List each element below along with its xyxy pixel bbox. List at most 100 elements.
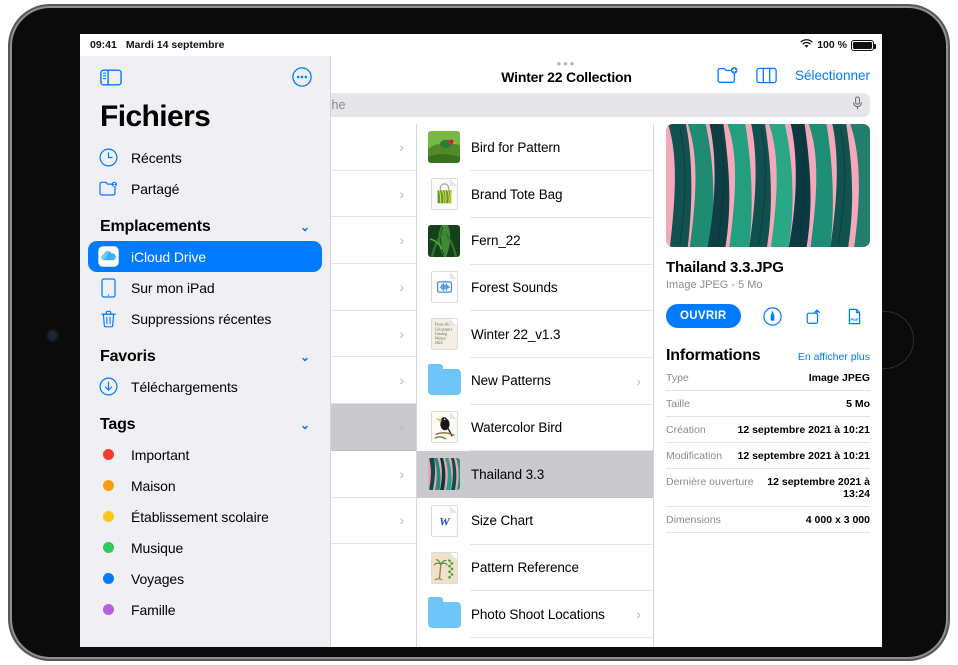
file-list: Bird for Pattern Brand Tote Bag Fern_22 … bbox=[417, 124, 653, 647]
file-row[interactable]: Photo Shoot Locations › bbox=[417, 591, 653, 638]
sidebar-toggle-icon[interactable] bbox=[100, 69, 122, 86]
info-row: Dernière ouverture 12 septembre 2021 à 1… bbox=[666, 469, 870, 507]
sidebar-item-maison[interactable]: Maison bbox=[88, 470, 322, 501]
file-row[interactable]: Bird for Pattern bbox=[417, 124, 653, 171]
info-value: 4 000 x 3 000 bbox=[805, 514, 870, 526]
file-row[interactable]: Fern_22 bbox=[417, 217, 653, 264]
file-row[interactable]: New Patterns › bbox=[417, 357, 653, 404]
svg-text:Winter/: Winter/ bbox=[434, 337, 447, 341]
detail-panel-inner: Thailand 3.3.JPG Image JPEG - 5 Mo OUVRI… bbox=[654, 124, 882, 647]
sidebar-section-title: Favoris bbox=[100, 348, 156, 365]
ipad-screen: 09:41 Mardi 14 septembre 100 % ve › ›on … bbox=[80, 34, 882, 647]
status-bar: 09:41 Mardi 14 septembre 100 % bbox=[80, 34, 882, 56]
search-field[interactable]: Recherche bbox=[261, 93, 870, 117]
sidebar-navigation: Récents Partagé Emplacements ⌄ iCloud Dri… bbox=[80, 142, 330, 625]
file-row[interactable]: Ferns alls Lilicpapers Catalog Winter/2022 … bbox=[417, 311, 653, 358]
status-time: 09:41 bbox=[90, 39, 117, 51]
sidebar-item-voyages[interactable]: Voyages bbox=[88, 563, 322, 594]
download-circle-icon bbox=[98, 376, 119, 397]
detail-file-meta: Image JPEG - 5 Mo bbox=[666, 279, 763, 291]
svg-text:2022: 2022 bbox=[434, 341, 442, 345]
chevron-right-icon: › bbox=[399, 185, 404, 202]
image-preview-leaves[interactable] bbox=[666, 124, 870, 247]
share-icon[interactable] bbox=[804, 307, 823, 326]
file-name: Size Chart bbox=[471, 513, 534, 529]
search-bar[interactable]: Recherche bbox=[261, 93, 870, 117]
sidebar-item--tablissement-scolaire[interactable]: Établissement scolaire bbox=[88, 501, 322, 532]
ellipsis-circle-icon[interactable] bbox=[292, 67, 312, 87]
files-app-content: ve › ›on › ›ection ›s ›ction ›ite › › Bi… bbox=[80, 56, 882, 647]
column-view-icon[interactable] bbox=[756, 67, 777, 84]
image-tote-bag-thumb bbox=[428, 178, 460, 211]
sidebar-section-tags[interactable]: Tags ⌄ bbox=[80, 402, 330, 439]
pdf-icon[interactable]: PDF bbox=[845, 307, 864, 326]
tag-dot-icon bbox=[98, 568, 119, 589]
file-row[interactable]: Pattern Reference bbox=[417, 544, 653, 591]
icloud-icon bbox=[98, 246, 119, 267]
file-name: Forest Sounds bbox=[471, 279, 558, 295]
sidebar-section-favoris[interactable]: Favoris ⌄ bbox=[80, 334, 330, 371]
sidebar-item-suppressions-r-centes[interactable]: Suppressions récentes bbox=[88, 303, 322, 334]
chevron-right-icon: › bbox=[399, 278, 404, 295]
sidebar-section-title: Emplacements bbox=[100, 218, 211, 235]
file-row[interactable]: Watercolor Bird bbox=[417, 404, 653, 451]
sidebar-section-emplacements[interactable]: Emplacements ⌄ bbox=[80, 204, 330, 241]
sidebar-item-label: Sur mon iPad bbox=[131, 279, 215, 296]
sidebar-item-label: Partagé bbox=[131, 180, 180, 197]
file-name: Brand Tote Bag bbox=[471, 186, 563, 202]
info-key: Dimensions bbox=[666, 514, 721, 526]
image-palm-thumb bbox=[428, 551, 460, 584]
nav-actions: Sélectionner bbox=[717, 66, 870, 84]
file-name: Pattern Reference bbox=[471, 560, 579, 576]
chevron-right-icon: › bbox=[399, 372, 404, 389]
status-date: Mardi 14 septembre bbox=[125, 39, 225, 51]
sidebar-item-musique[interactable]: Musique bbox=[88, 532, 322, 563]
file-row[interactable]: Thailand 3.3 bbox=[417, 450, 653, 498]
svg-text:Ferns alls: Ferns alls bbox=[434, 323, 449, 327]
chevron-down-icon[interactable]: ⌄ bbox=[300, 350, 310, 364]
chevron-right-icon: › bbox=[399, 325, 404, 342]
navigation-toolbar: ••• Winter 22 Collection Sélectionner bbox=[251, 56, 882, 124]
page-title-fichiers: Fichiers bbox=[100, 100, 211, 133]
file-name: Photo Shoot Locations bbox=[471, 606, 605, 622]
svg-text:Catalog: Catalog bbox=[434, 332, 446, 336]
tag-dot-icon bbox=[98, 506, 119, 527]
select-button[interactable]: Sélectionner bbox=[795, 68, 870, 83]
sidebar-item-partag-[interactable]: Partagé bbox=[88, 173, 322, 204]
markup-icon[interactable] bbox=[762, 306, 782, 326]
sidebar-item-sur-mon-ipad[interactable]: Sur mon iPad bbox=[88, 272, 322, 303]
info-row: Taille 5 Mo bbox=[666, 391, 870, 417]
chevron-down-icon[interactable]: ⌄ bbox=[300, 220, 310, 234]
detail-actions-row: OUVRIR PDF bbox=[666, 304, 870, 328]
show-more-link[interactable]: En afficher plus bbox=[798, 351, 870, 363]
file-name: Fern_22 bbox=[471, 233, 521, 249]
sidebar-item-icloud-drive[interactable]: iCloud Drive bbox=[88, 241, 322, 272]
detail-filename: Thailand 3.3.JPG bbox=[666, 259, 784, 276]
chevron-down-icon[interactable]: ⌄ bbox=[300, 418, 310, 432]
sidebar-item-label: Récents bbox=[131, 149, 182, 166]
informations-header: Informations En afficher plus bbox=[666, 347, 870, 365]
file-row[interactable]: W Size Chart bbox=[417, 498, 653, 545]
svg-text:PDF: PDF bbox=[850, 317, 859, 322]
microphone-icon[interactable] bbox=[852, 95, 863, 115]
sidebar-item-important[interactable]: Important bbox=[88, 439, 322, 470]
sidebar-item-label: Établissement scolaire bbox=[131, 508, 269, 525]
info-row: Type Image JPEG bbox=[666, 365, 870, 391]
info-row: Modification 12 septembre 2021 à 10:21 bbox=[666, 443, 870, 469]
info-key: Modification bbox=[666, 450, 723, 462]
chevron-right-icon: › bbox=[399, 418, 404, 435]
shared-folder-icon bbox=[98, 178, 119, 199]
sidebar-item-famille[interactable]: Famille bbox=[88, 594, 322, 625]
chevron-right-icon: › bbox=[399, 232, 404, 249]
file-row[interactable]: Forest Sounds bbox=[417, 264, 653, 311]
file-row[interactable]: Brand Tote Bag bbox=[417, 171, 653, 218]
detail-panel: Thailand 3.3.JPG Image JPEG - 5 Mo OUVRI… bbox=[654, 56, 882, 647]
info-row: Création 12 septembre 2021 à 10:21 bbox=[666, 417, 870, 443]
chevron-right-icon: › bbox=[636, 372, 641, 389]
sidebar-item-t-l-chargements[interactable]: Téléchargements bbox=[88, 371, 322, 402]
new-folder-icon[interactable] bbox=[717, 66, 738, 84]
sidebar-item-r-cents[interactable]: Récents bbox=[88, 142, 322, 173]
open-button[interactable]: OUVRIR bbox=[666, 304, 741, 328]
ipad-icon bbox=[98, 277, 119, 298]
search-input[interactable]: Recherche bbox=[285, 98, 847, 112]
